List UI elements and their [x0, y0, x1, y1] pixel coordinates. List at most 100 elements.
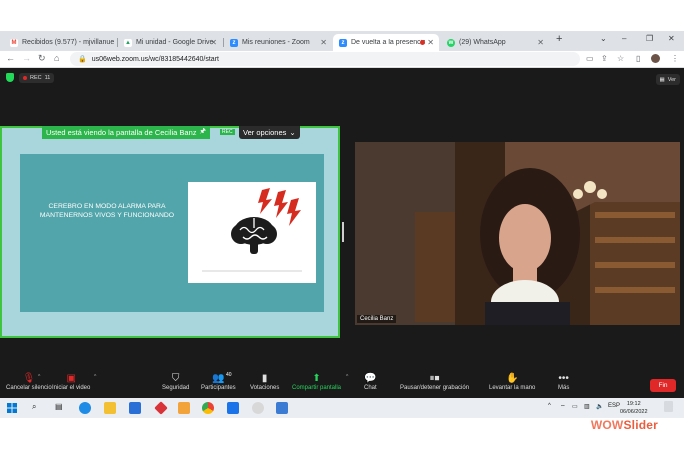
media-player-icon[interactable]	[178, 402, 190, 414]
chat-button[interactable]: 💬 Chat	[364, 372, 377, 391]
shared-screen: Usted está viendo la pantalla de Cecilia…	[0, 126, 340, 338]
search-icon[interactable]: ⌕	[32, 402, 36, 412]
tab-whatsapp[interactable]: w (29) WhatsApp ✕	[441, 34, 549, 51]
forward-icon[interactable]: →	[22, 53, 31, 63]
raise-hand-button[interactable]: ✋ Levantar la mano	[489, 372, 535, 391]
minimize-button[interactable]: –	[622, 34, 626, 43]
participants-label: Participantes	[201, 385, 236, 391]
rec-mini-badge: REC	[220, 129, 235, 135]
brain-icon	[202, 188, 302, 272]
bar-chart-icon: ▮	[261, 373, 268, 384]
network-icon[interactable]: ▥	[584, 403, 590, 410]
participant-video-frame	[355, 142, 680, 325]
store-icon[interactable]	[129, 402, 141, 414]
zoom-meeting: REC 11 ▦ Ver Usted está viendo la pantal…	[0, 68, 684, 398]
camera-icon[interactable]: ▭	[586, 54, 594, 63]
back-icon[interactable]: ←	[6, 53, 15, 63]
tab-label: Mis reuniones - Zoom	[242, 39, 310, 46]
file-explorer-icon[interactable]	[104, 402, 116, 414]
view-options-button[interactable]: Ver opciones ⌄	[239, 126, 300, 139]
browser-toolbar: ← → ↻ ⌂ 🔒 us06web.zoom.us/wc/83185442640…	[0, 51, 684, 68]
volume-icon[interactable]: 🔈	[596, 403, 603, 410]
end-meeting-button[interactable]: Fin	[650, 379, 676, 392]
tab-drive[interactable]: ▲ Mi unidad - Google Drive ✕	[118, 34, 222, 51]
calculator-icon[interactable]	[276, 402, 288, 414]
reload-icon[interactable]: ↻	[38, 53, 46, 64]
wifi-icon[interactable]: ⌔	[560, 403, 566, 411]
hand-icon: ✋	[505, 373, 519, 384]
pause-stop-label: Pausar/detener grabación	[400, 385, 470, 391]
clock-date: 06/06/2022	[620, 409, 648, 415]
tab-label: Recibidos (9.577) - mjvillanue	[22, 39, 115, 46]
notification-icon[interactable]	[664, 401, 673, 412]
share-screen-button[interactable]: ⬆ Compartir pantalla	[292, 372, 341, 391]
restore-button[interactable]: ❐	[646, 34, 653, 43]
tab-search-icon[interactable]: ⌄	[600, 34, 607, 43]
new-tab-button[interactable]: +	[556, 33, 562, 45]
language-indicator[interactable]: ESP	[608, 403, 620, 409]
security-label: Seguridad	[162, 385, 190, 391]
pin-icon: 🖈	[199, 128, 206, 135]
zoom-icon: z	[230, 38, 238, 47]
chevron-up-icon[interactable]: ^	[548, 403, 551, 409]
mail-icon[interactable]	[227, 402, 239, 414]
task-view-icon[interactable]: ▤	[55, 402, 63, 411]
camera-tray-icon[interactable]: ▭	[572, 403, 578, 410]
chevron-up-icon[interactable]: ^	[94, 374, 96, 380]
rec-count: 11	[44, 75, 51, 81]
chrome-icon[interactable]	[202, 402, 214, 414]
unmute-button[interactable]: 🎙 Cancelar silencio	[6, 372, 52, 391]
whatsapp-icon: w	[447, 38, 455, 47]
address-bar[interactable]: 🔒 us06web.zoom.us/wc/83185442640/start	[70, 52, 580, 66]
paint-icon[interactable]	[252, 402, 264, 414]
gmail-icon: M	[10, 38, 18, 47]
split-divider[interactable]	[342, 222, 344, 242]
edge-icon[interactable]	[79, 402, 91, 414]
more-button[interactable]: ••• Más	[558, 372, 569, 391]
clock-time: 19:12	[626, 401, 641, 407]
polls-button[interactable]: ▮ Votaciones	[250, 372, 279, 391]
zoom-icon: z	[339, 38, 347, 47]
close-icon[interactable]: ✕	[320, 38, 327, 47]
tab-zoom-active[interactable]: z De vuelta a la presencialidad ✕	[333, 34, 439, 51]
slide-title: CEREBRO EN MODO ALARMA PARA MANTENERNOS …	[39, 203, 175, 219]
lock-icon: 🔒	[78, 56, 87, 63]
rec-label: REC	[30, 75, 42, 81]
close-icon[interactable]: ✕	[537, 38, 544, 47]
share-screen-icon: ⬆	[312, 373, 321, 384]
chevron-up-icon[interactable]: ^	[38, 374, 40, 380]
share-banner-text: Usted está viendo la pantalla de Cecilia…	[46, 128, 197, 137]
view-button[interactable]: ▦ Ver	[655, 74, 680, 85]
slide: CEREBRO EN MODO ALARMA PARA MANTENERNOS …	[20, 154, 324, 312]
close-window-button[interactable]: ✕	[668, 34, 675, 43]
tab-label: De vuelta a la presencialidad	[351, 39, 425, 46]
close-icon[interactable]: ✕	[210, 38, 217, 47]
close-icon[interactable]: ✕	[427, 38, 434, 47]
zoom-top-bar: REC 11 ▦ Ver	[0, 68, 684, 88]
system-clock[interactable]: 19:12 06/06/2022	[620, 400, 648, 416]
home-icon[interactable]: ⌂	[54, 53, 59, 63]
zoom-toolbar: 🎙 Cancelar silencio ^ ▣ Iniciar el video…	[0, 370, 684, 398]
security-shield-icon[interactable]	[6, 73, 14, 82]
unmute-label: Cancelar silencio	[6, 385, 52, 391]
menu-icon[interactable]: ⋮	[671, 54, 679, 63]
screen: M Recibidos (9.577) - mjvillanue ▲ Mi un…	[0, 0, 684, 450]
windows-start-icon[interactable]	[7, 403, 17, 413]
pause-stop-recording-button[interactable]: ⏸⏹ Pausar/detener grabación	[400, 372, 469, 391]
star-icon[interactable]: ☆	[617, 54, 624, 63]
pin-app-icon[interactable]	[154, 401, 168, 415]
recording-indicator-icon	[420, 40, 425, 45]
side-panel-icon[interactable]: ▯	[636, 54, 640, 63]
recording-pill[interactable]: REC 11	[19, 73, 55, 83]
tab-gmail[interactable]: M Recibidos (9.577) - mjvillanue	[4, 34, 116, 51]
avatar[interactable]	[651, 54, 660, 63]
chevron-up-icon[interactable]: ^	[346, 374, 348, 380]
shield-icon: ⛉	[171, 373, 180, 384]
participant-video[interactable]: Cecilia Banz	[355, 142, 680, 325]
start-video-button[interactable]: ▣ Iniciar el video	[52, 372, 90, 391]
tab-zoom-meetings[interactable]: z Mis reuniones - Zoom ✕	[224, 34, 332, 51]
security-button[interactable]: ⛉ Seguridad	[162, 372, 189, 391]
share-screen-label: Compartir pantalla	[292, 385, 342, 391]
start-video-label: Iniciar el video	[52, 385, 91, 391]
share-icon[interactable]: ⇪	[601, 54, 608, 63]
